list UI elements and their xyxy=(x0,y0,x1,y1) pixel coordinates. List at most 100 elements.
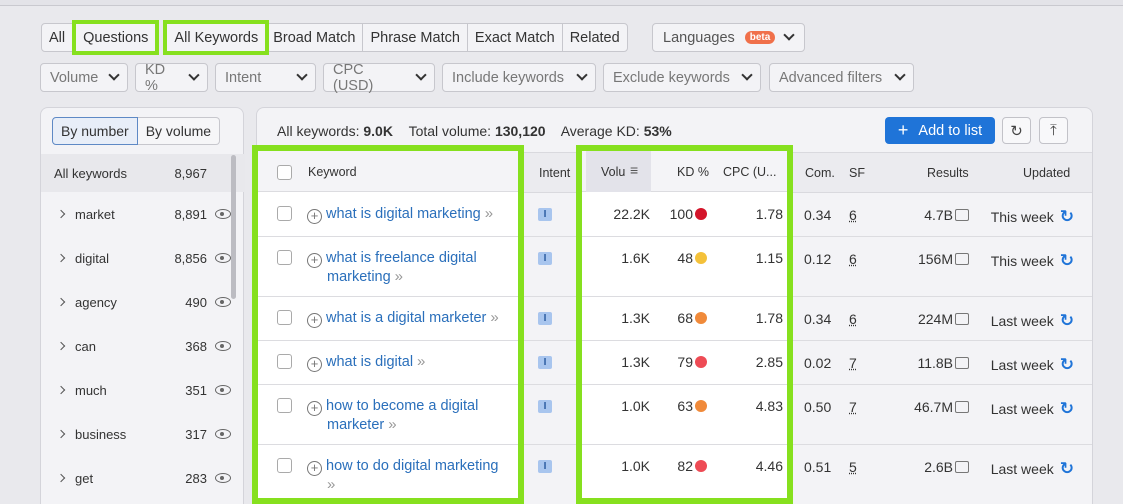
tab-broad-match[interactable]: Broad Match xyxy=(265,23,364,52)
serp-icon[interactable] xyxy=(955,401,969,413)
serp-icon[interactable] xyxy=(955,461,969,473)
volume-header-sorted[interactable]: Volu ≡ xyxy=(586,151,651,192)
sf-value[interactable]: 5 xyxy=(849,459,857,475)
keyword-link[interactable]: what is digital xyxy=(326,354,413,370)
chevron-right-icon[interactable] xyxy=(56,473,66,483)
eye-icon[interactable] xyxy=(215,473,231,483)
add-circle-icon[interactable]: + xyxy=(307,313,322,328)
column-kd[interactable]: KD % xyxy=(677,165,709,179)
keyword-link[interactable]: what is digital marketing xyxy=(326,206,481,222)
double-chevron-icon[interactable]: » xyxy=(327,476,335,493)
chevron-right-icon[interactable] xyxy=(56,429,66,439)
tab-phrase-match[interactable]: Phrase Match xyxy=(362,23,468,52)
column-intent[interactable]: Intent xyxy=(539,166,570,180)
column-sf[interactable]: SF xyxy=(849,166,865,180)
all-keywords-group[interactable]: All keywords 8,967 xyxy=(41,154,245,192)
double-chevron-icon[interactable]: » xyxy=(490,309,498,326)
by-volume-button[interactable]: By volume xyxy=(137,117,221,145)
keyword-link[interactable]: how to do digital marketing xyxy=(326,458,499,474)
chevron-right-icon[interactable] xyxy=(56,385,66,395)
column-updated[interactable]: Updated xyxy=(1023,166,1070,180)
double-chevron-icon[interactable]: » xyxy=(395,268,403,285)
by-number-button[interactable]: By number xyxy=(52,117,138,145)
sf-value[interactable]: 7 xyxy=(849,355,857,371)
tab-exact-match[interactable]: Exact Match xyxy=(466,23,563,52)
serp-icon[interactable] xyxy=(955,209,969,221)
refresh-icon[interactable]: ↻ xyxy=(1060,355,1074,374)
eye-icon[interactable] xyxy=(215,209,231,219)
eye-icon[interactable] xyxy=(215,429,231,439)
tab-all-keywords[interactable]: All Keywords xyxy=(163,20,270,55)
list-item[interactable]: can 368 xyxy=(41,324,245,368)
row-checkbox[interactable] xyxy=(277,398,292,413)
volume-filter[interactable]: Volume xyxy=(40,63,128,92)
chevron-right-icon[interactable] xyxy=(56,253,66,263)
chevron-right-icon[interactable] xyxy=(56,341,66,351)
kd-filter[interactable]: KD % xyxy=(135,62,208,94)
row-checkbox[interactable] xyxy=(277,250,292,265)
tab-questions[interactable]: Questions xyxy=(72,20,160,55)
keyword-link[interactable]: how to become a digital xyxy=(326,398,478,414)
sf-value[interactable]: 6 xyxy=(849,311,857,327)
column-keyword[interactable]: Keyword xyxy=(308,165,357,179)
advanced-filters[interactable]: Advanced filters xyxy=(769,63,914,92)
add-circle-icon[interactable]: + xyxy=(307,357,322,372)
refresh-icon[interactable]: ↻ xyxy=(1060,207,1074,226)
sf-value[interactable]: 7 xyxy=(849,399,857,415)
double-chevron-icon[interactable]: » xyxy=(388,416,396,433)
double-chevron-icon[interactable]: » xyxy=(417,353,425,370)
add-circle-icon[interactable]: + xyxy=(307,209,322,224)
add-circle-icon[interactable]: + xyxy=(307,461,322,476)
left-panel-scrollbar[interactable] xyxy=(231,155,236,299)
sort-descending-icon[interactable]: ≡ xyxy=(630,162,638,178)
eye-icon[interactable] xyxy=(215,341,231,351)
serp-icon[interactable] xyxy=(955,313,969,325)
serp-icon[interactable] xyxy=(955,357,969,369)
languages-dropdown[interactable]: Languages beta xyxy=(652,23,805,52)
tab-related[interactable]: Related xyxy=(561,23,628,52)
row-checkbox[interactable] xyxy=(277,206,292,221)
refresh-icon[interactable]: ↻ xyxy=(1060,311,1074,330)
exclude-keywords-filter[interactable]: Exclude keywords xyxy=(603,63,761,92)
refresh-icon[interactable]: ↻ xyxy=(1060,399,1074,418)
serp-icon[interactable] xyxy=(955,253,969,265)
list-item[interactable]: agency 490 xyxy=(41,280,245,324)
add-circle-icon[interactable]: + xyxy=(307,401,322,416)
refresh-icon[interactable]: ↻ xyxy=(1060,251,1074,270)
include-keywords-filter[interactable]: Include keywords xyxy=(442,63,596,92)
row-divider xyxy=(258,384,518,385)
keyword-link-cont[interactable]: marketing xyxy=(327,269,391,285)
add-to-list-button[interactable]: + Add to list xyxy=(885,117,995,144)
select-all-checkbox[interactable] xyxy=(277,165,292,180)
intent-filter[interactable]: Intent xyxy=(215,63,316,92)
tab-all[interactable]: All xyxy=(41,23,74,52)
double-chevron-icon[interactable]: » xyxy=(485,205,493,222)
eye-icon[interactable] xyxy=(215,297,231,307)
keyword-link[interactable]: what is freelance digital xyxy=(326,250,477,266)
row-checkbox[interactable] xyxy=(277,458,292,473)
sf-value[interactable]: 6 xyxy=(849,207,857,223)
keyword-link[interactable]: what is a digital marketer xyxy=(326,310,486,326)
refresh-button[interactable]: ↻ xyxy=(1002,117,1031,144)
list-item[interactable]: business 317 xyxy=(41,412,245,456)
eye-icon[interactable] xyxy=(215,385,231,395)
list-item[interactable]: much 351 xyxy=(41,368,245,412)
list-item[interactable]: get 283 xyxy=(41,456,245,500)
column-com[interactable]: Com. xyxy=(805,166,835,180)
add-circle-icon[interactable]: + xyxy=(307,253,322,268)
chevron-right-icon[interactable] xyxy=(56,209,66,219)
row-checkbox[interactable] xyxy=(277,354,292,369)
keyword-link-cont[interactable]: marketer xyxy=(327,417,384,433)
cpc-filter[interactable]: CPC (USD) xyxy=(323,62,435,94)
row-checkbox[interactable] xyxy=(277,310,292,325)
chevron-right-icon[interactable] xyxy=(56,297,66,307)
sf-value[interactable]: 6 xyxy=(849,251,857,267)
updated-value: This week xyxy=(990,253,1054,269)
eye-icon[interactable] xyxy=(215,253,231,263)
refresh-icon[interactable]: ↻ xyxy=(1060,459,1074,478)
export-button[interactable]: ⤒ xyxy=(1039,117,1068,144)
list-item[interactable]: market 8,891 xyxy=(41,192,245,236)
column-cpc[interactable]: CPC (U... xyxy=(723,165,776,179)
column-results[interactable]: Results xyxy=(927,166,969,180)
list-item[interactable]: digital 8,856 xyxy=(41,236,245,280)
